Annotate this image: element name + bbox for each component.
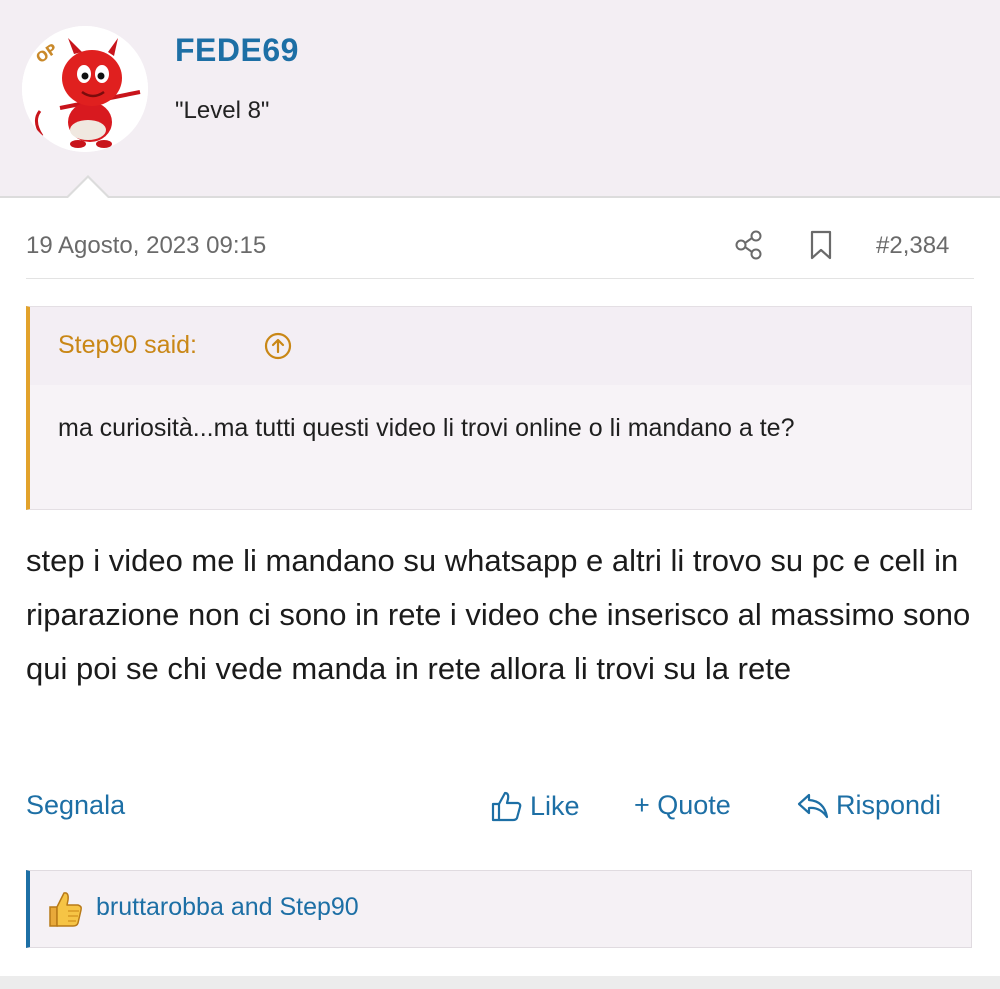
user-title: "Level 8"	[175, 97, 270, 124]
reply-icon	[797, 793, 829, 818]
avatar[interactable]: OP	[22, 26, 148, 152]
quote-block: Step90 said: ma curiosità...ma tutti que…	[26, 306, 972, 510]
reactions-bar[interactable]: bruttarobba and Step90	[26, 870, 972, 948]
quote-author-link[interactable]: Step90 said:	[58, 331, 197, 360]
quote-button[interactable]: + Quote	[634, 790, 731, 821]
report-link[interactable]: Segnala	[26, 790, 125, 821]
quote-label: + Quote	[634, 790, 731, 820]
quote-text: ma curiosità...ma tutti questi video li …	[58, 414, 795, 442]
reply-label: Rispondi	[836, 790, 942, 820]
header-divider	[26, 278, 974, 279]
share-icon[interactable]	[734, 230, 764, 260]
reply-button[interactable]: Rispondi	[796, 790, 941, 821]
post-actions: Segnala Like + Quote Rispondi	[0, 790, 1000, 834]
post-number-link[interactable]: #2,384	[876, 232, 949, 260]
arrow-up-circle-icon[interactable]	[264, 332, 292, 360]
post-date[interactable]: 19 Agosto, 2023 09:15	[26, 232, 266, 260]
speech-pointer-inner	[68, 178, 108, 198]
bottom-bar	[0, 976, 1000, 989]
thumb-reaction-icon	[49, 892, 82, 927]
like-label: Like	[530, 790, 580, 821]
username-link[interactable]: FEDE69	[175, 32, 299, 69]
post-body-text: step i video me li mandano su whatsapp e…	[26, 543, 971, 686]
thumbs-up-icon	[491, 791, 522, 822]
quote-header: Step90 said:	[30, 307, 971, 385]
bookmark-icon[interactable]	[808, 230, 834, 260]
reactions-users-link[interactable]: bruttarobba and Step90	[96, 893, 359, 922]
devil-avatar-icon	[22, 26, 148, 152]
like-button[interactable]: Like	[490, 790, 580, 822]
user-header: OP FEDE69 "Level 8"	[0, 0, 1000, 196]
